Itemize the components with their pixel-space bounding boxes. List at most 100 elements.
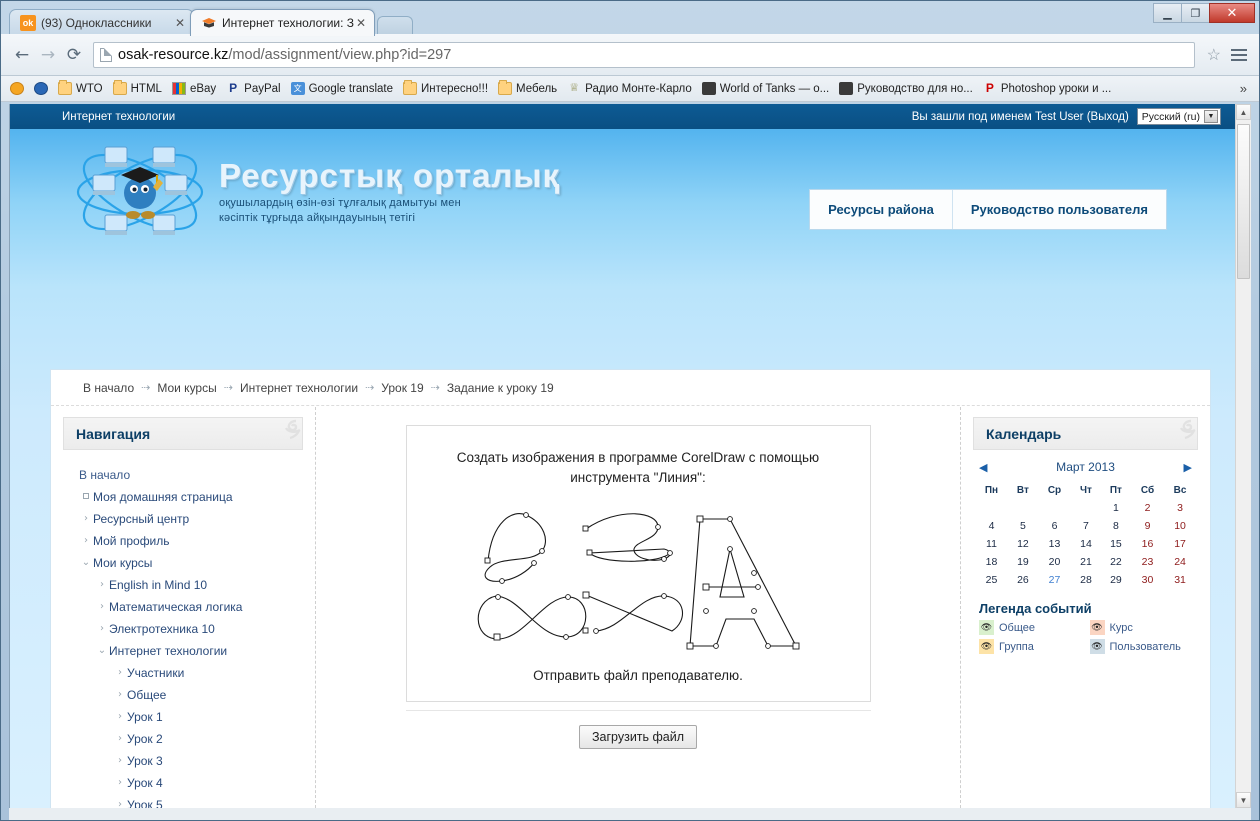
nav-item-electrotechnics-10[interactable]: › Электротехника 10 xyxy=(65,618,315,640)
bookmark-item-interesno[interactable]: Интересно!!! xyxy=(398,80,493,97)
calendar-day[interactable]: 8 xyxy=(1101,517,1131,535)
scrollbar-thumb[interactable] xyxy=(1237,124,1250,279)
eye-icon[interactable]: 👁 xyxy=(979,620,994,635)
nav-item-math-logic[interactable]: › Математическая логика xyxy=(65,596,315,618)
calendar-day[interactable]: 31 xyxy=(1164,571,1196,589)
chevron-right-icon[interactable]: › xyxy=(113,794,127,808)
bookmark-item-world-of-tanks[interactable]: World of Tanks — о... xyxy=(697,80,835,97)
upload-file-button[interactable]: Загрузить файл xyxy=(578,725,698,750)
chevron-right-icon[interactable]: › xyxy=(113,772,127,794)
chevron-right-icon[interactable]: › xyxy=(95,618,109,640)
calendar-day[interactable]: 14 xyxy=(1071,535,1101,553)
bookmarks-overflow-button[interactable]: » xyxy=(1232,81,1255,96)
nav-item-label[interactable]: Участники xyxy=(127,662,184,684)
nav-item-internet-technologies[interactable]: ⌄ Интернет технологии xyxy=(65,640,315,662)
chevron-right-icon[interactable]: › xyxy=(113,750,127,772)
calendar-day[interactable]: 20 xyxy=(1038,553,1071,571)
browser-menu-button[interactable] xyxy=(1227,48,1251,61)
chevron-down-icon[interactable]: ⌄ xyxy=(79,552,93,574)
topnav-item-resources[interactable]: Ресурсы района xyxy=(810,190,952,229)
eye-icon[interactable]: 👁 xyxy=(1089,620,1105,635)
calendar-day[interactable]: 17 xyxy=(1164,535,1196,553)
nav-item-label[interactable]: Интернет технологии xyxy=(109,640,227,662)
calendar-day[interactable]: 19 xyxy=(1008,553,1038,571)
forward-button[interactable]: → xyxy=(35,42,61,68)
nav-item-lesson-5[interactable]: › Урок 5 xyxy=(65,794,315,808)
calendar-prev-month-button[interactable]: ◀ xyxy=(979,461,987,474)
nav-item-label[interactable]: Урок 4 xyxy=(127,772,163,794)
chevron-right-icon[interactable]: › xyxy=(79,530,93,552)
bookmark-item-html[interactable]: HTML xyxy=(108,80,167,97)
calendar-day[interactable]: 25 xyxy=(975,571,1008,589)
calendar-day[interactable]: 28 xyxy=(1071,571,1101,589)
calendar-day[interactable]: 23 xyxy=(1131,553,1164,571)
bookmark-item-wto[interactable]: WTO xyxy=(53,80,108,97)
nav-item-participants[interactable]: › Участники xyxy=(65,662,315,684)
calendar-day[interactable]: 24 xyxy=(1164,553,1196,571)
calendar-day[interactable]: 7 xyxy=(1071,517,1101,535)
nav-item-general[interactable]: › Общее xyxy=(65,684,315,706)
nav-item-my-home[interactable]: Моя домашняя страница xyxy=(65,486,315,508)
nav-item-label[interactable]: Урок 2 xyxy=(127,728,163,750)
nav-item-label[interactable]: Мой профиль xyxy=(93,530,170,552)
nav-item-resource-center[interactable]: › Ресурсный центр xyxy=(65,508,315,530)
nav-item-lesson-1[interactable]: › Урок 1 xyxy=(65,706,315,728)
calendar-day[interactable]: 16 xyxy=(1131,535,1164,553)
reload-button[interactable]: ⟳ xyxy=(61,42,87,68)
breadcrumb-item-course[interactable]: Интернет технологии xyxy=(240,381,358,395)
calendar-day[interactable]: 12 xyxy=(1008,535,1038,553)
nav-item-label[interactable]: Урок 5 xyxy=(127,794,163,808)
bookmark-item[interactable] xyxy=(29,80,53,97)
chevron-right-icon[interactable]: › xyxy=(95,574,109,596)
page-scrollbar-vertical[interactable]: ▲ ▼ xyxy=(1235,104,1251,808)
topnav-item-user-guide[interactable]: Руководство пользователя xyxy=(951,190,1166,229)
browser-tab-moodle[interactable]: Интернет технологии: За ✕ xyxy=(190,9,375,36)
calendar-day[interactable]: 4 xyxy=(975,517,1008,535)
nav-item-lesson-2[interactable]: › Урок 2 xyxy=(65,728,315,750)
breadcrumb-item-assignment[interactable]: Задание к уроку 19 xyxy=(447,381,554,395)
chevron-right-icon[interactable]: › xyxy=(113,684,127,706)
bookmark-item-ebay[interactable]: eBay xyxy=(167,80,221,97)
nav-item-label[interactable]: Электротехника 10 xyxy=(109,618,215,640)
legend-item-group[interactable]: 👁 Группа xyxy=(979,639,1084,654)
nav-item-label[interactable]: Моя домашняя страница xyxy=(93,486,233,508)
calendar-day[interactable]: 5 xyxy=(1008,517,1038,535)
maximize-button[interactable]: ❐ xyxy=(1181,3,1210,23)
scroll-down-button[interactable]: ▼ xyxy=(1236,792,1251,808)
eye-icon[interactable]: 👁 xyxy=(1089,639,1105,654)
chevron-right-icon[interactable]: › xyxy=(113,728,127,750)
calendar-day[interactable]: 3 xyxy=(1164,499,1196,517)
calendar-day[interactable]: 2 xyxy=(1131,499,1164,517)
calendar-day[interactable]: 9 xyxy=(1131,517,1164,535)
chevron-right-icon[interactable]: › xyxy=(113,662,127,684)
breadcrumb-item-my-courses[interactable]: Мои курсы xyxy=(157,381,216,395)
nav-item-lesson-4[interactable]: › Урок 4 xyxy=(65,772,315,794)
calendar-day[interactable]: 1 xyxy=(1101,499,1131,517)
nav-item-label[interactable]: Мои курсы xyxy=(93,552,152,574)
minimize-button[interactable]: ▁ xyxy=(1153,3,1182,23)
bookmark-item-mebel[interactable]: Мебель xyxy=(493,80,562,97)
nav-item-label[interactable]: Ресурсный центр xyxy=(93,508,189,530)
breadcrumb-item-home[interactable]: В начало xyxy=(83,381,134,395)
close-icon[interactable]: ✕ xyxy=(354,17,368,29)
legend-item-global[interactable]: 👁 Общее xyxy=(979,620,1084,635)
chevron-right-icon[interactable]: › xyxy=(95,596,109,618)
close-window-button[interactable]: ✕ xyxy=(1209,3,1255,23)
calendar-day-today[interactable]: 27 xyxy=(1038,571,1071,589)
calendar-day[interactable]: 26 xyxy=(1008,571,1038,589)
calendar-day[interactable]: 30 xyxy=(1131,571,1164,589)
nav-item-label[interactable]: Общее xyxy=(127,684,166,706)
nav-item-label[interactable]: В начало xyxy=(79,464,130,486)
bookmark-item-google-translate[interactable]: 文 Google translate xyxy=(286,80,398,97)
calendar-day[interactable]: 22 xyxy=(1101,553,1131,571)
bookmark-item-rukovodstvo[interactable]: Руководство для но... xyxy=(834,80,978,97)
calendar-day[interactable]: 21 xyxy=(1071,553,1101,571)
bookmark-item[interactable] xyxy=(5,80,29,97)
nav-item-label[interactable]: Урок 1 xyxy=(127,706,163,728)
chevron-right-icon[interactable]: › xyxy=(79,508,93,530)
breadcrumb-item-lesson[interactable]: Урок 19 xyxy=(381,381,423,395)
calendar-day[interactable]: 13 xyxy=(1038,535,1071,553)
calendar-day[interactable]: 11 xyxy=(975,535,1008,553)
calendar-day[interactable]: 15 xyxy=(1101,535,1131,553)
scroll-up-button[interactable]: ▲ xyxy=(1236,104,1251,120)
